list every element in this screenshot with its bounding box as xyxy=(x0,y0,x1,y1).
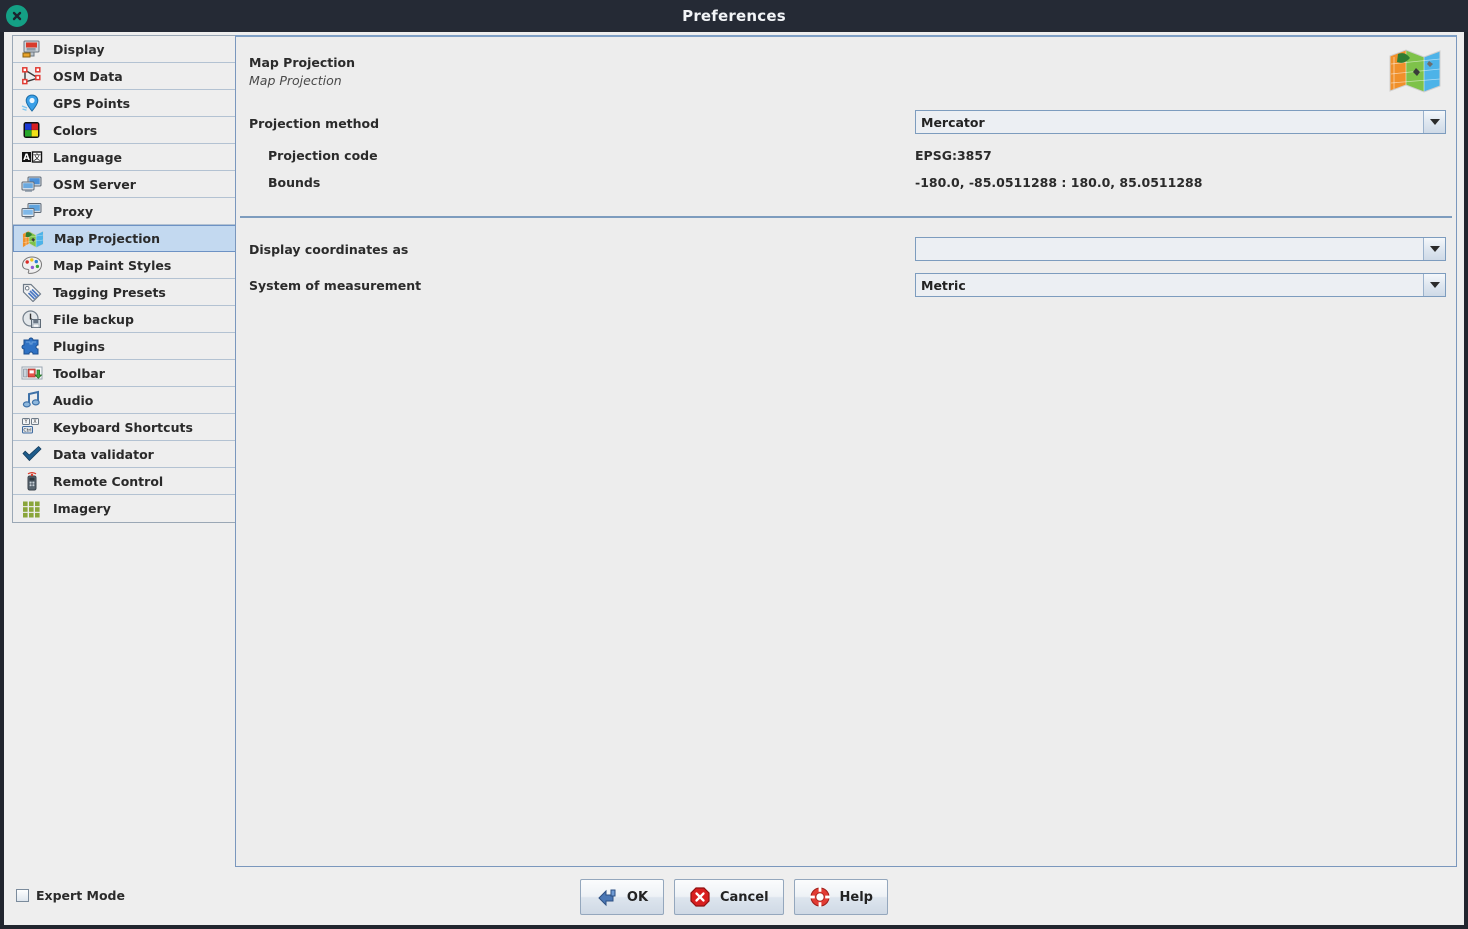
display-icon xyxy=(19,38,45,60)
map-projection-icon xyxy=(20,228,46,250)
sidebar-item-gps-points[interactable]: GPS Points xyxy=(13,90,236,117)
sidebar-item-label: Colors xyxy=(53,122,98,138)
sidebar-item-file-backup[interactable]: File backup xyxy=(13,306,236,333)
projection-method-select[interactable]: Mercator xyxy=(915,110,1446,134)
cancel-button[interactable]: Cancel xyxy=(673,879,784,915)
sidebar-item-keyboard-shortcuts[interactable]: Y X Ctrl Keyboard Shortcuts xyxy=(13,414,236,441)
sidebar-item-label: Remote Control xyxy=(53,473,164,489)
audio-icon xyxy=(19,389,45,411)
sidebar-item-label: Data validator xyxy=(53,446,154,462)
language-icon: A文 xyxy=(19,146,45,168)
sidebar-item-map-paint-styles[interactable]: Map Paint Styles xyxy=(13,252,236,279)
help-lifebuoy-icon xyxy=(809,887,830,907)
sidebar-item-label: Language xyxy=(53,149,123,165)
keyboard-shortcuts-icon: Y X Ctrl xyxy=(19,416,45,438)
bounds-value: -180.0, -85.0511288 : 180.0, 85.0511288 xyxy=(915,174,1203,190)
data-validator-icon xyxy=(19,443,45,465)
sidebar-item-label: OSM Data xyxy=(53,68,123,84)
sidebar-item-plugins[interactable]: Plugins xyxy=(13,333,236,360)
osm-server-icon xyxy=(19,173,45,195)
cancel-icon xyxy=(690,887,710,907)
svg-text:A: A xyxy=(23,153,30,163)
file-backup-icon xyxy=(19,308,45,330)
remote-control-icon xyxy=(19,470,45,492)
section-divider xyxy=(240,216,1452,218)
page-title: Map Projection xyxy=(249,55,356,70)
map-projection-panel: Map Projection Map Projection Projection… xyxy=(235,35,1457,867)
system-measurement-value: Metric xyxy=(921,277,966,293)
sidebar-item-remote-control[interactable]: Remote Control xyxy=(13,468,236,495)
sidebar-item-data-validator[interactable]: Data validator xyxy=(13,441,236,468)
sidebar-item-label: Map Projection xyxy=(54,231,161,246)
sidebar-item-label: Display xyxy=(53,41,105,57)
preferences-dialog: Display OSM Data GPS Points Colors A 文 Languag… xyxy=(4,32,1464,925)
help-button[interactable]: Help xyxy=(793,879,888,915)
folded-map-icon xyxy=(1388,48,1442,94)
sidebar-item-proxy[interactable]: Proxy xyxy=(13,198,236,225)
panel-header: Map Projection Map Projection xyxy=(249,55,355,88)
toolbar-icon xyxy=(19,362,45,384)
tagging-presets-icon xyxy=(19,281,45,303)
dialog-button-bar: OK Cancel Help xyxy=(4,879,1464,915)
sidebar-item-osm-server[interactable]: OSM Server xyxy=(13,171,236,198)
projection-code-label: Projection code xyxy=(268,147,378,163)
display-coordinates-label: Display coordinates as xyxy=(249,241,409,257)
sidebar-item-label: OSM Server xyxy=(53,176,136,192)
osm-data-icon xyxy=(19,65,45,87)
sidebar-item-colors[interactable]: Colors xyxy=(13,117,236,144)
sidebar-item-label: Proxy xyxy=(53,203,94,219)
plugins-icon xyxy=(19,335,45,357)
sidebar-item-osm-data[interactable]: OSM Data xyxy=(13,63,236,90)
sidebar-item-display[interactable]: Display xyxy=(13,36,236,63)
imagery-icon xyxy=(19,498,45,520)
sidebar-item-imagery[interactable]: Imagery xyxy=(13,495,236,522)
gps-points-icon xyxy=(19,92,45,114)
window-titlebar: Preferences xyxy=(0,0,1468,32)
projection-code-value: EPSG:3857 xyxy=(915,147,992,163)
page-subtitle: Map Projection xyxy=(249,73,342,88)
sidebar-item-label: Map Paint Styles xyxy=(53,257,172,273)
close-icon[interactable] xyxy=(6,5,28,27)
sidebar-item-label: Plugins xyxy=(53,338,105,354)
sidebar-item-toolbar[interactable]: Toolbar xyxy=(13,360,236,387)
sidebar-list[interactable]: Display OSM Data GPS Points Colors A 文 Languag… xyxy=(12,35,237,523)
sidebar-item-label: File backup xyxy=(53,311,134,327)
sidebar-item-language[interactable]: A 文 Language xyxy=(13,144,236,171)
projection-code-value-row: EPSG:3857 xyxy=(915,141,1468,169)
sidebar-item-label: Tagging Presets xyxy=(53,284,166,300)
help-button-label: Help xyxy=(839,889,873,905)
svg-text:X: X xyxy=(33,419,37,425)
sidebar-item-tagging-presets[interactable]: Tagging Presets xyxy=(13,279,236,306)
ok-button[interactable]: OK xyxy=(579,879,664,915)
projection-method-label: Projection method xyxy=(249,115,380,131)
sidebar-item-label: GPS Points xyxy=(53,95,131,111)
window-title: Preferences xyxy=(682,7,786,25)
system-measurement-label: System of measurement xyxy=(249,277,422,293)
sidebar-item-audio[interactable]: Audio xyxy=(13,387,236,414)
sidebar-item-map-projection[interactable]: Map Projection xyxy=(13,225,236,252)
chevron-down-icon[interactable] xyxy=(1423,111,1445,133)
sidebar-item-label: Audio xyxy=(53,392,94,408)
system-measurement-select[interactable]: Metric xyxy=(915,273,1446,297)
map-paint-styles-icon xyxy=(19,254,45,276)
projection-method-value: Mercator xyxy=(921,114,985,130)
svg-text:Ctrl: Ctrl xyxy=(23,427,31,433)
bounds-label: Bounds xyxy=(268,174,321,190)
ok-button-label: OK xyxy=(626,889,649,905)
preferences-sidebar: Display OSM Data GPS Points Colors A 文 Languag… xyxy=(12,35,237,875)
colors-icon xyxy=(19,119,45,141)
display-coordinates-select[interactable] xyxy=(915,237,1446,261)
sidebar-item-label: Keyboard Shortcuts xyxy=(53,419,193,435)
bounds-value-row: -180.0, -85.0511288 : 180.0, 85.0511288 xyxy=(915,168,1468,196)
chevron-down-icon[interactable] xyxy=(1423,238,1445,260)
proxy-icon xyxy=(19,200,45,222)
chevron-down-icon[interactable] xyxy=(1423,274,1445,296)
enter-arrow-icon xyxy=(598,889,616,907)
sidebar-item-label: Imagery xyxy=(53,501,111,516)
cancel-button-label: Cancel xyxy=(719,889,769,905)
svg-text:文: 文 xyxy=(33,152,41,162)
sidebar-item-label: Toolbar xyxy=(53,365,105,381)
